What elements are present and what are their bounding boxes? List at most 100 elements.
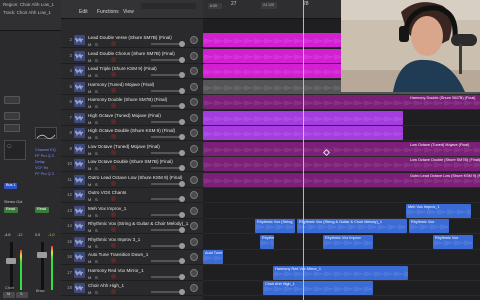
volume-slider-knob[interactable] bbox=[179, 242, 185, 249]
view-menu[interactable]: View bbox=[123, 9, 134, 15]
region-label[interactable]: Region: Choir Ahh Low_1 bbox=[3, 2, 54, 7]
volume-slider-knob[interactable] bbox=[179, 273, 185, 280]
mute-button[interactable]: M bbox=[88, 244, 91, 249]
edit-menu[interactable]: Edit bbox=[79, 9, 88, 15]
read-automation-button-2[interactable]: Read bbox=[35, 207, 49, 213]
pan-knob[interactable] bbox=[190, 191, 198, 199]
solo-button[interactable]: S bbox=[95, 58, 98, 63]
plugin-slot-5[interactable]: FF Pro Q 3 bbox=[35, 172, 54, 176]
stereo-out-label[interactable]: Stereo Out bbox=[4, 200, 22, 204]
record-enable-button[interactable] bbox=[111, 258, 116, 263]
pan-knob[interactable] bbox=[190, 237, 198, 246]
mute-button[interactable]: M bbox=[88, 166, 91, 171]
track-row[interactable]: 3 Lead Double Chorus (Shure SM7B) (Final… bbox=[61, 49, 203, 64]
track-name[interactable]: Meh Vox Improv_1 bbox=[88, 206, 126, 211]
record-enable-button[interactable] bbox=[111, 134, 116, 139]
pan-knob[interactable] bbox=[190, 268, 198, 277]
plugin-slot-4[interactable]: VCF Hz bbox=[35, 166, 48, 170]
pan-knob[interactable] bbox=[190, 98, 198, 106]
solo-button-left[interactable]: S bbox=[16, 292, 28, 298]
record-enable-button[interactable] bbox=[111, 227, 116, 232]
solo-button[interactable]: S bbox=[95, 73, 98, 78]
audio-region[interactable]: Harmony Red Vox Mirror_1 bbox=[273, 265, 408, 280]
volume-slider-knob[interactable] bbox=[179, 258, 185, 264]
audio-region[interactable]: Harmony Double (Shure SM7B) (Final) bbox=[203, 95, 480, 109]
track-name[interactable]: Outro Lead Octave Low (Shure KSM 9) (Fin… bbox=[88, 175, 182, 180]
volume-slider-knob[interactable] bbox=[179, 72, 185, 78]
volume-slider-knob[interactable] bbox=[179, 165, 185, 171]
pan-knob[interactable] bbox=[190, 284, 198, 292]
volume-slider-knob[interactable] bbox=[179, 118, 185, 125]
track-name[interactable]: Harmony (Tuned) Mojave (Final) bbox=[88, 82, 154, 87]
track-name[interactable]: High Octave (Tuned) Mojave (Final) bbox=[88, 113, 161, 118]
volume-slider-knob[interactable] bbox=[179, 289, 185, 295]
track-lane[interactable]: Meh Vox Improv_1 bbox=[203, 203, 480, 219]
track-lane[interactable]: Rhythmi Rhythmic Vox Improv Rhythmic Vox bbox=[203, 234, 480, 250]
volume-slider-knob[interactable] bbox=[179, 134, 185, 140]
record-enable-button[interactable] bbox=[111, 87, 116, 93]
track-lane[interactable] bbox=[203, 126, 480, 141]
pan-knob[interactable] bbox=[190, 253, 198, 261]
track-row[interactable]: 16 Auto Tune Transition Down_1 M S bbox=[61, 250, 203, 265]
track-name[interactable]: Harmony Red Vox Mirror_1 bbox=[88, 268, 144, 273]
input-slot[interactable] bbox=[4, 96, 20, 104]
pan-knob[interactable] bbox=[190, 175, 198, 184]
audio-region[interactable]: Rhythmic Vox bbox=[409, 219, 449, 233]
solo-button[interactable]: S bbox=[95, 42, 98, 47]
pan-knob[interactable] bbox=[190, 82, 198, 91]
pan-knob[interactable] bbox=[190, 129, 198, 137]
solo-button[interactable]: S bbox=[95, 228, 98, 233]
mute-button[interactable]: M bbox=[88, 120, 91, 125]
track-row[interactable]: 5 Harmony (Tuned) Mojave (Final) M S bbox=[61, 80, 203, 95]
record-enable-button[interactable] bbox=[111, 56, 116, 62]
track-lane[interactable] bbox=[203, 188, 480, 203]
mute-button[interactable]: M bbox=[88, 135, 91, 140]
audio-region[interactable]: Rhythmi bbox=[260, 234, 274, 249]
track-row[interactable]: 18 Choir Ahh High_1 M S bbox=[61, 281, 203, 296]
mute-button[interactable]: M bbox=[88, 42, 91, 47]
audio-region[interactable]: Choir Ahh High_1 bbox=[263, 281, 373, 295]
track-row[interactable]: 10 Low Octave Double (Shure SM7B) (Final… bbox=[61, 157, 203, 172]
pan-knob[interactable] bbox=[190, 51, 198, 60]
track-lane[interactable]: Auto Tune bbox=[203, 250, 480, 265]
tempo-display[interactable]: 24 120 bbox=[261, 2, 277, 9]
mute-button[interactable]: M bbox=[88, 213, 91, 218]
track-row[interactable]: 9 Low Octave (Tuned) Mojave (Final) M S bbox=[61, 142, 203, 157]
track-row[interactable]: 7 High Octave (Tuned) Mojave (Final) M S bbox=[61, 111, 203, 126]
pan-knob[interactable] bbox=[190, 144, 198, 153]
functions-menu[interactable]: Functions bbox=[97, 9, 119, 15]
audio-region[interactable]: Low Octave Double (Shure SM7B) (Final) bbox=[203, 157, 480, 171]
pan-knob[interactable] bbox=[190, 36, 198, 44]
volume-slider-knob[interactable] bbox=[179, 103, 185, 109]
track-row[interactable]: 8 High Octave Double (Shure KSM 9) (Fina… bbox=[61, 126, 203, 141]
track-row[interactable]: 12 Outro VOX Chants M S bbox=[61, 188, 203, 203]
track-lane[interactable]: Rhythmic Vox (String Rhythmic Vox (String… bbox=[203, 219, 480, 234]
track-lane[interactable]: Low Octave Double (Shure SM7B) (Final) bbox=[203, 157, 480, 172]
setting-slot[interactable] bbox=[4, 112, 20, 120]
mute-button[interactable]: M bbox=[88, 104, 91, 109]
eq-thumbnail[interactable] bbox=[35, 127, 57, 139]
mute-button[interactable]: M bbox=[88, 89, 91, 94]
solo-button[interactable]: S bbox=[95, 166, 98, 171]
record-enable-button[interactable] bbox=[111, 242, 116, 248]
track-name[interactable]: Low Octave Double (Shure SM7B) (Final) bbox=[88, 159, 173, 164]
mute-button[interactable]: M bbox=[88, 290, 91, 295]
track-name[interactable]: Lead Triple (Shure KSM 9) (Final) bbox=[88, 66, 157, 71]
record-enable-button[interactable] bbox=[111, 165, 116, 170]
plugin-slot-1[interactable]: Channel EQ bbox=[35, 148, 56, 152]
solo-button[interactable]: S bbox=[95, 120, 98, 125]
volume-fader-right[interactable] bbox=[37, 252, 47, 258]
pan-knob[interactable] bbox=[190, 222, 198, 230]
record-enable-button[interactable] bbox=[111, 180, 116, 186]
mute-button[interactable]: M bbox=[88, 275, 91, 280]
solo-button[interactable]: S bbox=[95, 182, 98, 187]
audio-region[interactable]: Outro Lead Octave Low (Shure KSM 9) (Fin… bbox=[203, 172, 480, 187]
audio-region[interactable]: Rhythmic Vox Improv bbox=[323, 234, 373, 249]
volume-fader-left[interactable] bbox=[6, 258, 16, 264]
track-row[interactable]: 4 Lead Triple (Shure KSM 9) (Final) M S bbox=[61, 64, 203, 79]
solo-button[interactable]: S bbox=[95, 135, 98, 140]
mute-button[interactable]: M bbox=[88, 151, 91, 156]
record-enable-button[interactable] bbox=[111, 103, 116, 108]
eq-slot[interactable] bbox=[4, 124, 20, 132]
solo-button[interactable]: S bbox=[95, 275, 98, 280]
